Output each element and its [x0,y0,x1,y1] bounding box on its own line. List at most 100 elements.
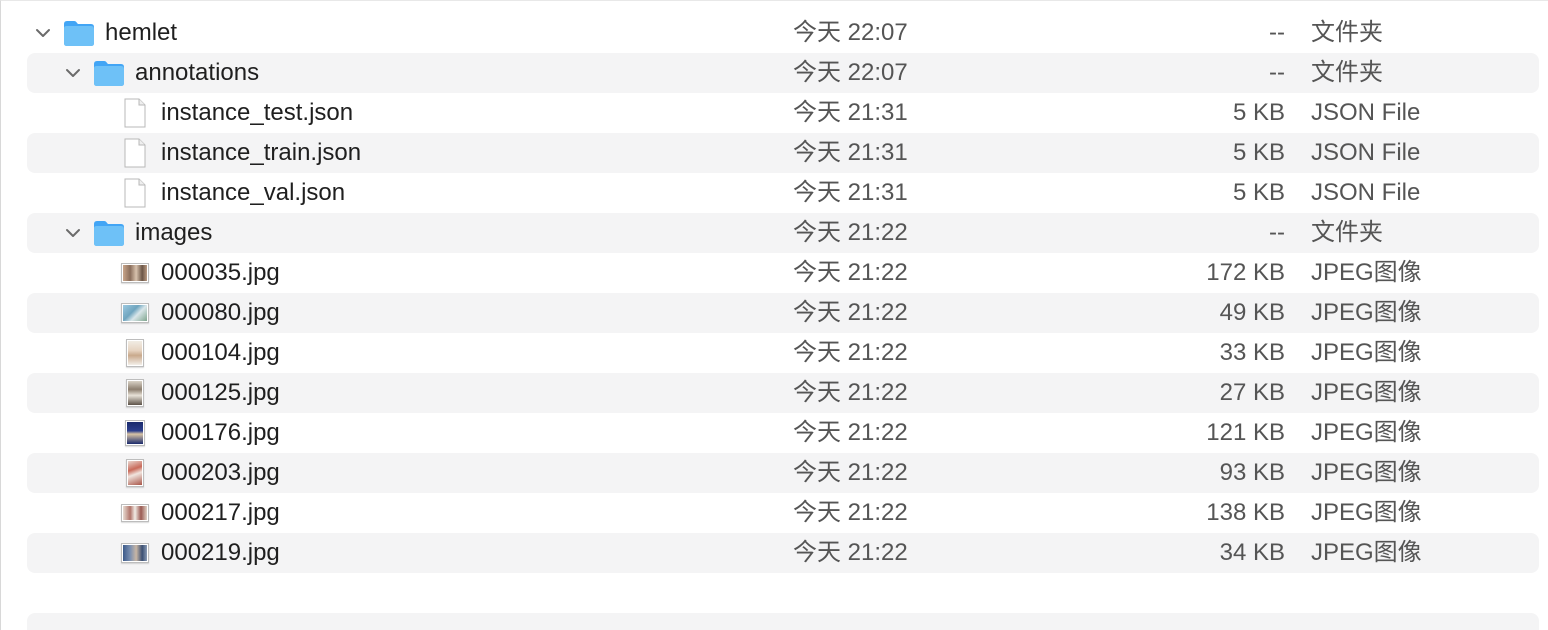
name-cell: 000080.jpg [121,293,280,333]
file-kind: JPEG图像 [1311,299,1422,326]
name-cell: instance_val.json [121,173,345,213]
image-thumbnail-icon [121,537,149,569]
file-kind: JSON File [1311,179,1421,206]
list-item[interactable]: 000104.jpg 今天 21:22 33 KB JPEG图像 [27,333,1539,373]
list-item[interactable]: images 今天 21:22 -- 文件夹 [27,213,1539,253]
list-item[interactable]: 000217.jpg 今天 21:22 138 KB JPEG图像 [27,493,1539,533]
file-list: hemlet 今天 22:07 -- 文件夹 annotations 今天 22… [27,13,1539,630]
file-size: 121 KB [1206,419,1285,446]
name-cell: 000125.jpg [121,373,280,413]
date-modified: 今天 21:22 [793,219,908,246]
date-modified: 今天 21:22 [793,259,908,286]
list-item[interactable]: 000176.jpg 今天 21:22 121 KB JPEG图像 [27,413,1539,453]
file-name: 000217.jpg [161,499,280,526]
file-name: 000203.jpg [161,459,280,486]
file-size: 33 KB [1219,339,1285,366]
date-modified: 今天 21:22 [793,419,908,446]
file-size: -- [1269,219,1285,246]
file-kind: JSON File [1311,99,1421,126]
image-thumbnail-icon [121,337,149,369]
date-modified: 今天 21:22 [793,339,908,366]
file-kind: JSON File [1311,139,1421,166]
file-kind: JPEG图像 [1311,259,1422,286]
file-kind: JPEG图像 [1311,419,1422,446]
name-cell: annotations [63,53,259,93]
list-item[interactable]: hemlet 今天 22:07 -- 文件夹 [27,13,1539,53]
file-kind: JPEG图像 [1311,459,1422,486]
date-modified: 今天 21:31 [793,99,908,126]
folder-icon [93,59,125,87]
date-modified: 今天 22:07 [793,19,908,46]
file-name: hemlet [105,19,178,46]
file-name: instance_test.json [161,99,354,126]
document-icon [121,137,149,169]
file-kind: JPEG图像 [1311,539,1422,566]
chevron-down-icon[interactable] [33,13,53,53]
file-name: 000176.jpg [161,419,280,446]
list-item[interactable]: 000219.jpg 今天 21:22 34 KB JPEG图像 [27,533,1539,573]
file-kind: 文件夹 [1311,59,1383,86]
folder-icon [63,19,95,47]
document-icon [121,177,149,209]
date-modified: 今天 21:31 [793,139,908,166]
list-item[interactable]: 000035.jpg 今天 21:22 172 KB JPEG图像 [27,253,1539,293]
file-name: 000125.jpg [161,379,280,406]
name-cell: 000203.jpg [121,453,280,493]
date-modified: 今天 22:07 [793,59,908,86]
image-thumbnail-icon [121,377,149,409]
file-size: 34 KB [1219,539,1285,566]
name-cell: hemlet [33,13,177,53]
list-item[interactable]: 000080.jpg 今天 21:22 49 KB JPEG图像 [27,293,1539,333]
file-name: 000080.jpg [161,299,280,326]
name-cell: 000035.jpg [121,253,280,293]
file-kind: 文件夹 [1311,19,1383,46]
file-size: 172 KB [1206,259,1285,286]
chevron-down-icon[interactable] [63,213,83,253]
file-size: -- [1269,59,1285,86]
file-kind: 文件夹 [1311,219,1383,246]
file-name: 000219.jpg [161,539,280,566]
image-thumbnail-icon [121,257,149,289]
file-size: -- [1269,19,1285,46]
document-icon [121,97,149,129]
name-cell: 000104.jpg [121,333,280,373]
date-modified: 今天 21:31 [793,179,908,206]
file-kind: JPEG图像 [1311,379,1422,406]
file-name: annotations [135,59,260,86]
name-cell: images [63,213,212,253]
list-item[interactable]: 000203.jpg 今天 21:22 93 KB JPEG图像 [27,453,1539,493]
date-modified: 今天 21:22 [793,499,908,526]
name-cell: 000219.jpg [121,533,280,573]
list-item[interactable]: instance_val.json 今天 21:31 5 KB JSON Fil… [27,173,1539,213]
date-modified: 今天 21:22 [793,459,908,486]
list-item[interactable]: instance_train.json 今天 21:31 5 KB JSON F… [27,133,1539,173]
file-name: images [135,219,213,246]
finder-list-view: hemlet 今天 22:07 -- 文件夹 annotations 今天 22… [0,0,1548,630]
file-name: 000104.jpg [161,339,280,366]
file-name: instance_val.json [161,179,346,206]
file-size: 5 KB [1232,179,1285,206]
image-thumbnail-icon [121,297,149,329]
list-item[interactable]: annotations 今天 22:07 -- 文件夹 [27,53,1539,93]
name-cell: instance_train.json [121,133,361,173]
file-size: 5 KB [1232,99,1285,126]
list-item[interactable]: instance_test.json 今天 21:31 5 KB JSON Fi… [27,93,1539,133]
chevron-down-icon[interactable] [63,53,83,93]
list-item[interactable]: 000125.jpg 今天 21:22 27 KB JPEG图像 [27,373,1539,413]
empty-row [27,613,1539,630]
date-modified: 今天 21:22 [793,299,908,326]
name-cell: 000176.jpg [121,413,280,453]
date-modified: 今天 21:22 [793,539,908,566]
file-size: 5 KB [1232,139,1285,166]
folder-icon [93,219,125,247]
image-thumbnail-icon [121,497,149,529]
image-thumbnail-icon [121,457,149,489]
file-kind: JPEG图像 [1311,339,1422,366]
name-cell: 000217.jpg [121,493,280,533]
file-name: instance_train.json [161,139,362,166]
file-name: 000035.jpg [161,259,280,286]
file-size: 27 KB [1219,379,1285,406]
file-size: 138 KB [1206,499,1285,526]
file-size: 49 KB [1219,299,1285,326]
file-size: 93 KB [1219,459,1285,486]
